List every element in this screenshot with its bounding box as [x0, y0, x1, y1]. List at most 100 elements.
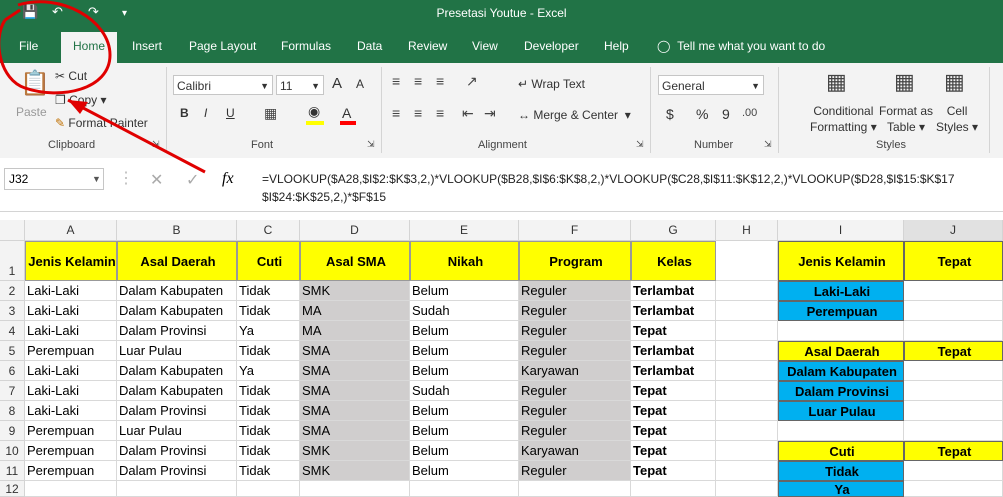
table-cell[interactable]: Dalam Provinsi: [117, 401, 237, 421]
table-cell[interactable]: Reguler: [519, 301, 631, 321]
column-header[interactable]: A: [25, 220, 117, 241]
table-cell[interactable]: SMA: [300, 361, 410, 381]
column-header[interactable]: D: [300, 220, 410, 241]
row-header[interactable]: 10: [0, 441, 25, 461]
table-cell[interactable]: Tidak: [237, 421, 300, 441]
tab-home[interactable]: Home: [61, 32, 118, 63]
row-header[interactable]: 9: [0, 421, 25, 441]
side-cell[interactable]: Tidak: [778, 461, 904, 481]
cell[interactable]: [904, 461, 1003, 481]
bold-button[interactable]: B: [180, 106, 189, 120]
table-cell[interactable]: Dalam Provinsi: [117, 441, 237, 461]
table-cell[interactable]: SMA: [300, 381, 410, 401]
row-header[interactable]: 7: [0, 381, 25, 401]
table-cell[interactable]: Reguler: [519, 381, 631, 401]
row-header[interactable]: 12: [0, 481, 25, 497]
italic-button[interactable]: I: [204, 106, 207, 120]
shrink-font-button[interactable]: A: [356, 77, 364, 91]
cell[interactable]: [778, 321, 904, 341]
cell[interactable]: [519, 481, 631, 497]
table-header-cell[interactable]: Program: [519, 241, 631, 281]
table-cell[interactable]: Laki-Laki: [25, 381, 117, 401]
paste-button[interactable]: Paste: [16, 105, 47, 119]
cell[interactable]: [716, 481, 778, 497]
align-right-icon[interactable]: ≡: [436, 105, 444, 121]
table-cell[interactable]: Terlambat: [631, 361, 716, 381]
cell[interactable]: [778, 421, 904, 441]
row-header[interactable]: 6: [0, 361, 25, 381]
table-cell[interactable]: Belum: [410, 421, 519, 441]
column-header[interactable]: F: [519, 220, 631, 241]
table-cell[interactable]: Belum: [410, 441, 519, 461]
table-cell[interactable]: SMK: [300, 461, 410, 481]
tab-data[interactable]: Data: [357, 39, 382, 53]
table-cell[interactable]: Dalam Kabupaten: [117, 381, 237, 401]
font-name-select[interactable]: Calibri ▼: [173, 75, 273, 95]
borders-icon[interactable]: ▦: [264, 105, 277, 122]
table-cell[interactable]: Reguler: [519, 421, 631, 441]
column-header[interactable]: E: [410, 220, 519, 241]
side-header-cell[interactable]: Asal Daerah: [778, 341, 904, 361]
table-cell[interactable]: Tepat: [631, 401, 716, 421]
table-cell[interactable]: Tidak: [237, 381, 300, 401]
orientation-icon[interactable]: ↗: [466, 73, 478, 90]
table-cell[interactable]: Ya: [237, 361, 300, 381]
row-header[interactable]: 11: [0, 461, 25, 481]
table-cell[interactable]: SMK: [300, 441, 410, 461]
table-cell[interactable]: Tidak: [237, 281, 300, 301]
cell[interactable]: [904, 281, 1003, 301]
paste-icon[interactable]: 📋: [20, 69, 50, 98]
tab-view[interactable]: View: [472, 39, 498, 53]
cell[interactable]: [716, 361, 778, 381]
insert-function-icon[interactable]: fx: [222, 170, 234, 188]
table-cell[interactable]: Tidak: [237, 401, 300, 421]
cell[interactable]: [410, 481, 519, 497]
tab-page-layout[interactable]: Page Layout: [189, 39, 256, 53]
row-header[interactable]: 5: [0, 341, 25, 361]
table-cell[interactable]: Reguler: [519, 341, 631, 361]
table-cell[interactable]: Reguler: [519, 281, 631, 301]
table-cell[interactable]: Laki-Laki: [25, 301, 117, 321]
table-cell[interactable]: Belum: [410, 361, 519, 381]
table-header-cell[interactable]: Nikah: [410, 241, 519, 281]
tab-insert[interactable]: Insert: [132, 39, 162, 53]
table-cell[interactable]: Luar Pulau: [117, 421, 237, 441]
row-header[interactable]: 1: [0, 241, 25, 281]
enter-icon[interactable]: ✓: [186, 170, 199, 190]
number-launcher-icon[interactable]: ⇲: [764, 139, 772, 150]
row-header[interactable]: 4: [0, 321, 25, 341]
table-cell[interactable]: Tidak: [237, 461, 300, 481]
chevron-down-icon[interactable]: ▼: [92, 174, 101, 184]
cell[interactable]: [716, 241, 778, 281]
table-cell[interactable]: Perempuan: [25, 461, 117, 481]
table-cell[interactable]: Tepat: [631, 441, 716, 461]
cell[interactable]: [904, 401, 1003, 421]
cell[interactable]: [631, 481, 716, 497]
format-painter-button[interactable]: ✎ Format Painter: [55, 116, 148, 130]
copy-button[interactable]: ❐ Copy ▾: [55, 93, 106, 107]
clipboard-launcher-icon[interactable]: ⇲: [152, 139, 160, 150]
cell[interactable]: [716, 341, 778, 361]
table-cell[interactable]: MA: [300, 301, 410, 321]
table-cell[interactable]: Ya: [237, 321, 300, 341]
table-cell[interactable]: Tidak: [237, 301, 300, 321]
tab-file[interactable]: File: [19, 39, 38, 53]
table-cell[interactable]: Dalam Kabupaten: [117, 361, 237, 381]
table-header-cell[interactable]: Kelas: [631, 241, 716, 281]
increase-decimal-icon[interactable]: .00: [742, 107, 757, 119]
table-cell[interactable]: Laki-Laki: [25, 401, 117, 421]
cell[interactable]: [716, 301, 778, 321]
table-header-cell[interactable]: Asal Daerah: [117, 241, 237, 281]
cell-styles-button[interactable]: Cell Styles ▾: [936, 103, 978, 135]
table-cell[interactable]: Dalam Provinsi: [117, 461, 237, 481]
table-cell[interactable]: MA: [300, 321, 410, 341]
cell[interactable]: [716, 421, 778, 441]
table-cell[interactable]: Reguler: [519, 321, 631, 341]
table-cell[interactable]: Karyawan: [519, 441, 631, 461]
table-cell[interactable]: Perempuan: [25, 421, 117, 441]
font-size-select[interactable]: 11 ▼: [276, 75, 324, 95]
side-header-cell[interactable]: Cuti: [778, 441, 904, 461]
table-cell[interactable]: SMA: [300, 421, 410, 441]
table-cell[interactable]: Tidak: [237, 341, 300, 361]
cell[interactable]: [300, 481, 410, 497]
